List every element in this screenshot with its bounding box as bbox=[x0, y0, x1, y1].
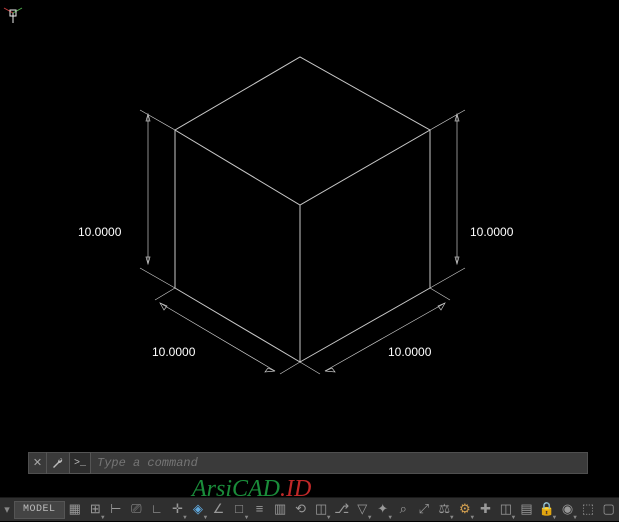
annotation-monitor-icon[interactable]: ✚ bbox=[475, 498, 496, 522]
workspace-switching-icon[interactable]: ⚙▼ bbox=[455, 498, 476, 522]
selection-filter-icon[interactable]: ▽▼ bbox=[352, 498, 373, 522]
dim-front-left: 10.0000 bbox=[152, 345, 196, 359]
ucs-crosshair-icon bbox=[0, 0, 26, 26]
autoscale-icon[interactable]: ⤢ bbox=[414, 498, 435, 522]
graphics-performance-icon[interactable]: ⬚ bbox=[578, 498, 599, 522]
drafting-grid-icon[interactable]: ▦ bbox=[65, 498, 86, 522]
clean-screen-icon[interactable]: ▢ bbox=[598, 498, 619, 522]
gizmo-icon[interactable]: ✦▼ bbox=[372, 498, 393, 522]
object-snap-2d-icon[interactable]: □▼ bbox=[229, 498, 250, 522]
customize-icon[interactable] bbox=[47, 452, 69, 474]
status-dropdown-icon[interactable]: ▾ bbox=[0, 498, 14, 522]
units-icon[interactable]: ◫▼ bbox=[496, 498, 517, 522]
object-snap-tracking-icon[interactable]: ∠ bbox=[208, 498, 229, 522]
status-bar: ▾ MODEL ▦⊞▼⊢⎚∟✛▼◈▼∠□▼≡▥⟲◫▼⎇▽▼✦▼⌕⤢⚖▼⚙▼✚◫▼… bbox=[0, 497, 619, 521]
selection-cycling-icon[interactable]: ⟲ bbox=[290, 498, 311, 522]
command-bar: ✕ >_ bbox=[28, 452, 588, 474]
annotation-visibility-icon[interactable]: ⌕ bbox=[393, 498, 414, 522]
isolate-objects-icon[interactable]: ◉▼ bbox=[557, 498, 578, 522]
dynamic-input-icon[interactable]: ⎚ bbox=[126, 498, 147, 522]
object-snap-3d-icon[interactable]: ◫▼ bbox=[311, 498, 332, 522]
polar-tracking-icon[interactable]: ✛▼ bbox=[167, 498, 188, 522]
drawing-viewport[interactable]: 10.0000 10.0000 10.0000 10.0000 bbox=[0, 0, 619, 442]
dynamic-ucs-icon[interactable]: ⎇ bbox=[331, 498, 352, 522]
close-icon[interactable]: ✕ bbox=[29, 452, 47, 474]
snap-mode-icon[interactable]: ⊞▼ bbox=[85, 498, 106, 522]
dim-front-right: 10.0000 bbox=[388, 345, 432, 359]
model-space-button[interactable]: MODEL bbox=[14, 501, 65, 519]
isometric-cube-drawing: 10.0000 10.0000 10.0000 10.0000 bbox=[0, 0, 619, 452]
ortho-mode-icon[interactable]: ∟ bbox=[147, 498, 168, 522]
lock-ui-icon[interactable]: 🔒▼ bbox=[537, 498, 558, 522]
command-prompt-icon: >_ bbox=[69, 452, 91, 474]
annotation-scale-icon[interactable]: ⚖▼ bbox=[434, 498, 455, 522]
lineweight-icon[interactable]: ≡ bbox=[249, 498, 270, 522]
quick-properties-icon[interactable]: ▤ bbox=[516, 498, 537, 522]
infer-constraints-icon[interactable]: ⊢ bbox=[106, 498, 127, 522]
transparency-icon[interactable]: ▥ bbox=[270, 498, 291, 522]
command-input[interactable] bbox=[97, 456, 587, 470]
dim-height-right: 10.0000 bbox=[470, 225, 514, 239]
dim-height-left: 10.0000 bbox=[78, 225, 122, 239]
isometric-drafting-icon[interactable]: ◈▼ bbox=[188, 498, 209, 522]
